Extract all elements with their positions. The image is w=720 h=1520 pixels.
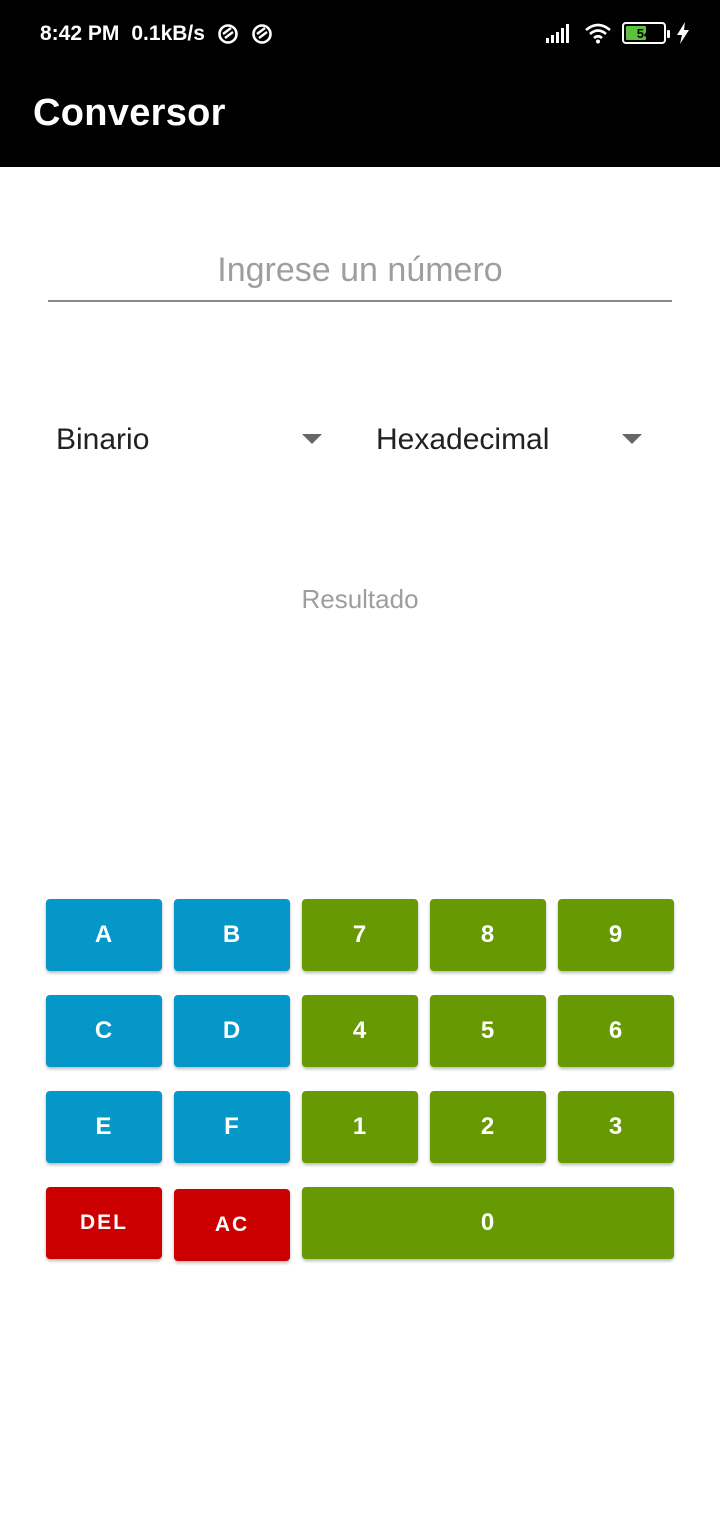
key-a-button[interactable]: A	[46, 899, 162, 971]
to-base-spinner[interactable]: Hexadecimal	[376, 410, 646, 470]
key-b-button[interactable]: B	[174, 899, 290, 971]
status-left: 8:42 PM 0.1kB/s	[40, 22, 273, 46]
status-right: 54	[546, 22, 690, 44]
to-base-label: Hexadecimal	[376, 423, 550, 456]
key-4-button[interactable]: 4	[302, 995, 418, 1067]
status-time: 8:42 PM	[40, 22, 120, 45]
dropdown-arrow-icon	[622, 434, 642, 444]
charging-icon	[677, 22, 689, 44]
key-d-button[interactable]: D	[174, 995, 290, 1067]
battery-icon: 54	[622, 22, 670, 44]
key-c-button[interactable]: C	[46, 995, 162, 1067]
key-5-button[interactable]: 5	[430, 995, 546, 1067]
battery-level: 54	[636, 25, 652, 41]
key-1-button[interactable]: 1	[302, 1091, 418, 1163]
vpn-icon	[252, 24, 272, 44]
app-title: Conversor	[33, 92, 226, 134]
key-2-button[interactable]: 2	[430, 1091, 546, 1163]
key-3-button[interactable]: 3	[558, 1091, 674, 1163]
dropdown-arrow-icon	[302, 434, 322, 444]
status-bar: 8:42 PM 0.1kB/s 54	[0, 0, 720, 68]
from-base-spinner[interactable]: Binario	[56, 410, 326, 470]
signal-icon	[546, 24, 569, 43]
key-f-button[interactable]: F	[174, 1091, 290, 1163]
result-text: Resultado	[301, 584, 419, 614]
number-input-container	[48, 240, 672, 302]
status-speed: 0.1kB/s	[131, 22, 205, 45]
number-input[interactable]	[48, 240, 672, 300]
key-0-button[interactable]: 0	[302, 1187, 674, 1259]
vpn-icon	[218, 24, 238, 44]
all-clear-button[interactable]: AC	[174, 1189, 290, 1261]
wifi-icon	[585, 23, 611, 44]
app-bar: Conversor	[0, 68, 720, 167]
key-6-button[interactable]: 6	[558, 995, 674, 1067]
from-base-label: Binario	[56, 423, 150, 456]
delete-button[interactable]: DEL	[46, 1187, 162, 1259]
key-9-button[interactable]: 9	[558, 899, 674, 971]
key-e-button[interactable]: E	[46, 1091, 162, 1163]
key-7-button[interactable]: 7	[302, 899, 418, 971]
key-8-button[interactable]: 8	[430, 899, 546, 971]
